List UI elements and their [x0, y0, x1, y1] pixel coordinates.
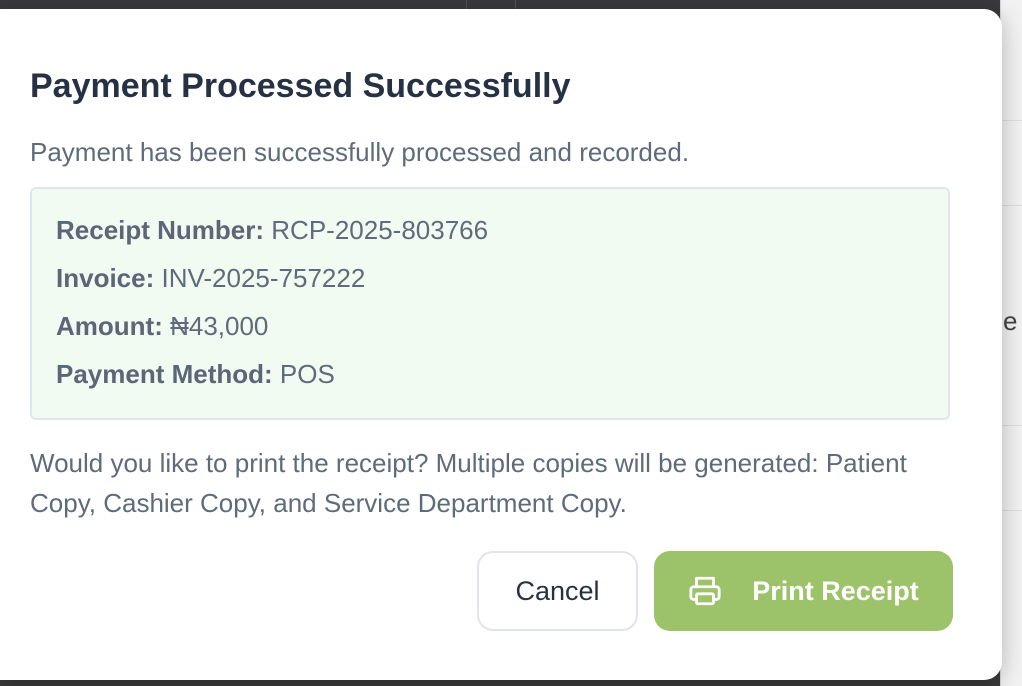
payment-success-dialog: Payment Processed Successfully Payment h… [0, 9, 1002, 680]
background-panel [1000, 0, 1022, 686]
payment-method-label: Payment Method: [56, 359, 273, 389]
dialog-title: Payment Processed Successfully [30, 67, 571, 105]
cancel-button[interactable]: Cancel [477, 551, 638, 631]
invoice-row: Invoice: INV-2025-757222 [56, 263, 365, 294]
payment-method-value: POS [279, 359, 335, 389]
background-row-divider [1000, 510, 1022, 511]
amount-value: ₦43,000 [170, 311, 269, 341]
background-row-divider [1000, 425, 1022, 426]
payment-details-box: Receipt Number: RCP-2025-803766 Invoice:… [30, 187, 950, 420]
invoice-value: INV-2025-757222 [161, 263, 366, 293]
print-receipt-label: Print Receipt [752, 575, 919, 606]
receipt-number-value: RCP-2025-803766 [271, 215, 489, 245]
invoice-label: Invoice: [56, 263, 155, 293]
background-row-divider [1000, 205, 1022, 206]
receipt-number-row: Receipt Number: RCP-2025-803766 [56, 215, 488, 246]
payment-method-row: Payment Method: POS [56, 359, 335, 390]
receipt-number-label: Receipt Number: [56, 215, 265, 245]
background-row-divider [1000, 120, 1022, 121]
amount-label: Amount: [56, 311, 163, 341]
print-receipt-button[interactable]: Print Receipt [654, 551, 953, 631]
background-partial-text: e [1003, 306, 1018, 336]
dialog-subtitle: Payment has been successfully processed … [30, 137, 690, 167]
print-prompt-text: Would you like to print the receipt? Mul… [30, 448, 907, 518]
amount-row: Amount: ₦43,000 [56, 311, 268, 342]
printer-icon [688, 574, 722, 608]
